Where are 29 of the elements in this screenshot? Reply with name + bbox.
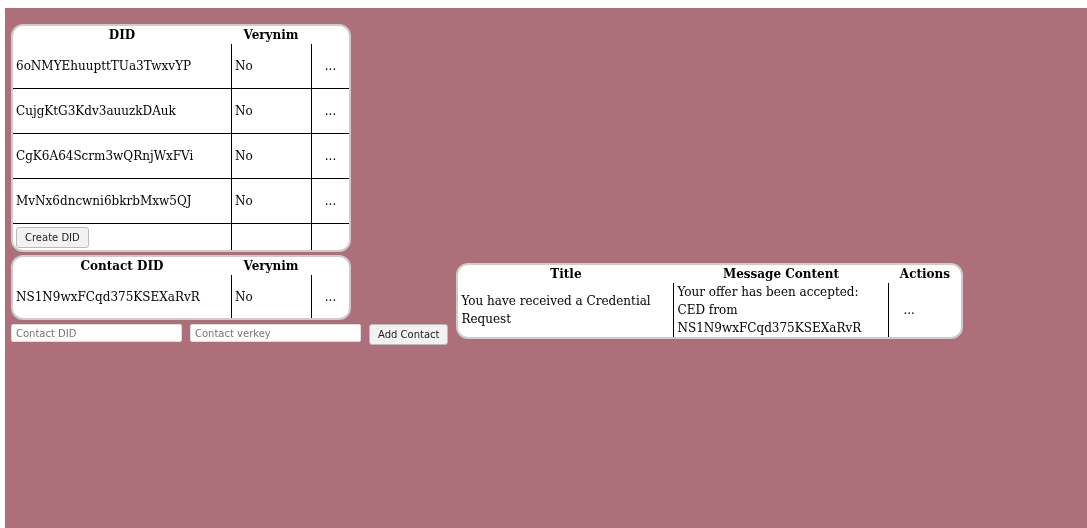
column-header: Title [550, 267, 582, 281]
verynim-cell: No [235, 194, 253, 208]
column-header: Contact DID [80, 259, 164, 273]
actions-menu[interactable]: ... [324, 289, 337, 304]
actions-menu[interactable]: ... [324, 194, 337, 208]
column-header: Verynim [243, 259, 299, 273]
actions-menu[interactable]: ... [324, 149, 337, 163]
column-header: Verynim [243, 28, 299, 42]
contact-did-cell: NS1N9wxFCqd375KSEXaRvR [16, 289, 200, 304]
create-did-button[interactable]: Create DID [16, 226, 89, 248]
verynim-cell: No [235, 149, 253, 163]
message-title: You have received a Credential Request [461, 294, 651, 326]
message-content: Your offer has been accepted: CED from NS1N9wxFCqd375KSEXaRvR [677, 285, 862, 335]
verynim-cell: No [235, 289, 253, 304]
verynim-cell: No [235, 104, 253, 118]
actions-menu[interactable]: ... [324, 59, 337, 73]
did-cell: CgK6A64Scrm3wQRnjWxFVi [16, 149, 194, 163]
column-header: DID [108, 28, 136, 42]
column-header: Actions [899, 267, 951, 281]
did-cell: CujgKtG3Kdv3auuzkDAuk [16, 104, 176, 118]
add-contact-button[interactable]: Add Contact [369, 324, 449, 345]
did-cell: 6oNMYEhuupttTUa3TwxvYP [16, 59, 192, 73]
column-header: Message Content [722, 267, 839, 281]
actions-menu[interactable]: ... [324, 104, 337, 118]
actions-menu[interactable]: ... [903, 303, 915, 317]
did-cell: MvNx6dncwni6bkrbMxw5QJ [16, 194, 192, 208]
contact-did-field[interactable]: Contact DID [11, 324, 182, 342]
contact-verkey-field[interactable]: Contact verkey [190, 324, 361, 342]
verynim-cell: No [235, 59, 253, 73]
